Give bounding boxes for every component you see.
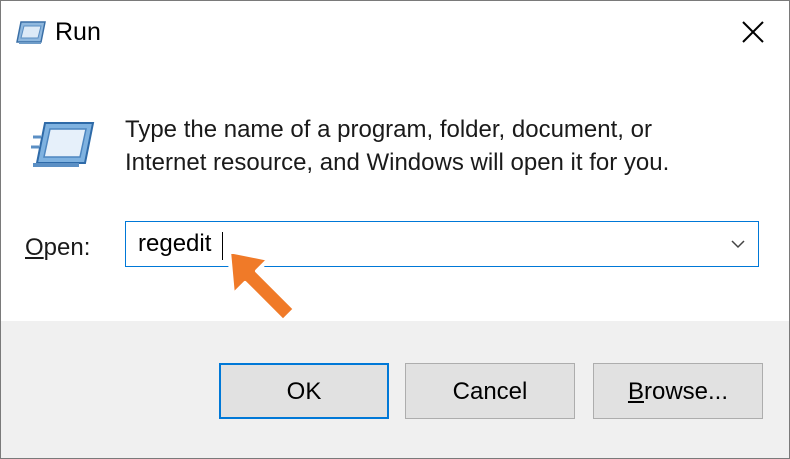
open-label-mnemonic: O: [25, 234, 44, 261]
title-bar[interactable]: Run: [1, 1, 789, 63]
run-small-icon: [16, 21, 46, 44]
open-combobox[interactable]: [125, 221, 759, 267]
browse-button[interactable]: Browse...: [593, 363, 763, 419]
run-icon: [31, 122, 95, 167]
dialog-description: Type the name of a program, folder, docu…: [125, 113, 765, 179]
ok-button[interactable]: OK: [219, 363, 389, 419]
close-button[interactable]: [719, 5, 787, 59]
browse-mnemonic: B: [627, 378, 644, 405]
button-bar: OK Cancel Browse...: [1, 321, 789, 458]
run-dialog: risk.com Run Type the name of a program,…: [0, 0, 790, 459]
dropdown-button[interactable]: [724, 230, 752, 258]
browse-label-rest: rowse...: [643, 378, 729, 405]
open-label-rest: pen:: [43, 234, 91, 261]
pointer-arrow-icon: [227, 249, 297, 323]
description-line-2: Internet resource, and Windows will open…: [125, 149, 670, 176]
description-line-1: Type the name of a program, folder, docu…: [125, 116, 652, 143]
open-label: Open:: [25, 233, 90, 263]
chevron-down-icon: [731, 240, 745, 249]
cancel-button[interactable]: Cancel: [405, 363, 575, 419]
dialog-content: Type the name of a program, folder, docu…: [1, 63, 789, 321]
close-icon: [742, 21, 764, 43]
window-title: Run: [55, 18, 101, 46]
